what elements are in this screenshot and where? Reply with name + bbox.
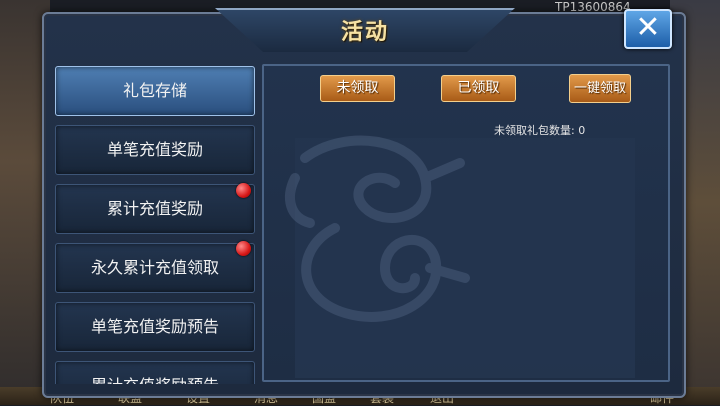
close-button[interactable]: ✕: [624, 9, 672, 49]
activity-menu: 礼包存储 单笔充值奖励 累计充值奖励 永久累计充值领取 单笔充值奖励预告 累计充…: [55, 66, 255, 384]
menu-item-single-recharge-preview[interactable]: 单笔充值奖励预告: [55, 302, 255, 352]
window-title: 活动: [340, 20, 389, 45]
menu-item-permanent-cumulative[interactable]: 永久累计充值领取: [55, 243, 255, 293]
claim-all-button[interactable]: 一键领取: [569, 74, 631, 103]
menu-item-gift-storage[interactable]: 礼包存储: [55, 66, 255, 116]
menu-item-cumulative-recharge-preview[interactable]: 累计充值奖励预告: [55, 361, 255, 384]
dragon-emblem-icon: [285, 135, 470, 322]
menu-item-label: 单笔充值奖励预告: [90, 317, 219, 336]
notification-badge-icon: [236, 241, 251, 256]
menu-item-cumulative-recharge[interactable]: 累计充值奖励: [55, 184, 255, 234]
menu-item-label: 累计充值奖励: [106, 199, 203, 218]
menu-item-label: 单笔充值奖励: [106, 140, 203, 159]
menu-item-label: 累计充值奖励预告: [91, 376, 219, 384]
menu-item-label: 永久累计充值领取: [90, 258, 219, 277]
menu-item-single-recharge[interactable]: 单笔充值奖励: [55, 125, 255, 175]
unclaimed-count-label: 未领取礼包数量: 0: [494, 124, 586, 137]
tab-unclaimed[interactable]: 未领取: [320, 75, 395, 102]
notification-badge-icon: [236, 183, 251, 198]
menu-item-label: 礼包存储: [122, 81, 187, 100]
tab-claimed[interactable]: 已领取: [441, 75, 516, 102]
